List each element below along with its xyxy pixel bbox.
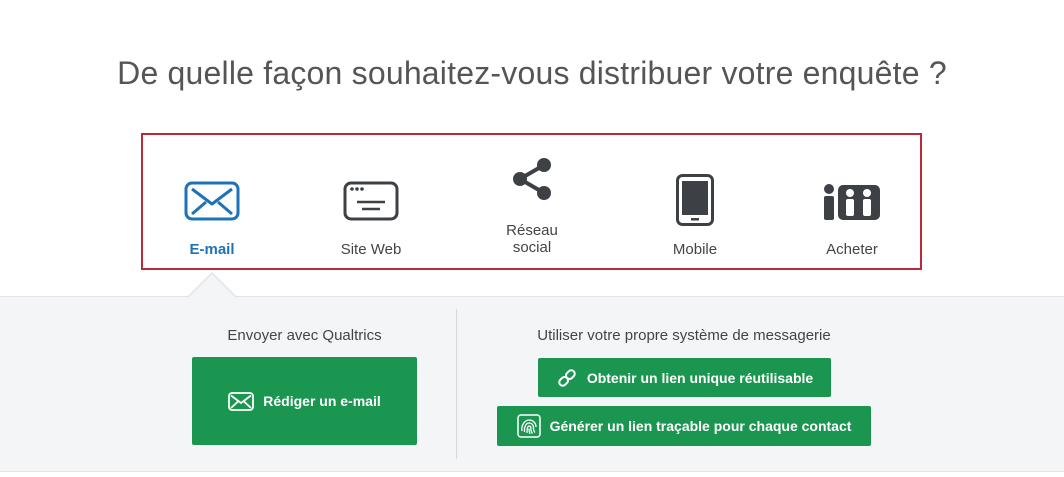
own-system-section-title: Utiliser votre propre système de message… <box>537 327 831 344</box>
people-group-icon <box>797 183 907 221</box>
fingerprint-icon <box>516 414 541 438</box>
share-icon <box>477 157 587 201</box>
option-social-network-label-line2: social <box>512 239 552 256</box>
option-social-network-label-line1: Réseau <box>506 222 558 239</box>
section-divider <box>456 309 457 459</box>
distribution-page: De quelle façon souhaitez-vous distribue… <box>0 0 1064 477</box>
option-social-network[interactable]: Réseau social <box>477 135 587 268</box>
browser-window-icon <box>316 181 426 221</box>
distribution-options-highlight: E-mail Site Web Réseau social Mobile Ach… <box>141 133 922 270</box>
compose-email-button-label: Rédiger un e-mail <box>263 393 381 409</box>
option-mobile[interactable]: Mobile <box>640 135 750 268</box>
option-buy-panel-label: Acheter <box>826 241 878 258</box>
envelope-icon <box>228 391 255 411</box>
tracking-link-button[interactable]: Générer un lien traçable pour chaque con… <box>497 406 871 446</box>
link-icon <box>556 367 578 389</box>
anonymous-link-button[interactable]: Obtenir un lien unique réutilisable <box>538 358 831 397</box>
option-email-label: E-mail <box>189 241 235 258</box>
active-tab-caret-fill <box>189 274 235 297</box>
qualtrics-section-title: Envoyer avec Qualtrics <box>227 327 382 344</box>
option-website-label: Site Web <box>340 241 402 258</box>
option-email[interactable]: E-mail <box>157 135 267 268</box>
option-website[interactable]: Site Web <box>316 135 426 268</box>
page-title: De quelle façon souhaitez-vous distribue… <box>117 55 947 91</box>
option-mobile-label: Mobile <box>672 241 718 258</box>
envelope-icon <box>157 181 267 221</box>
mobile-phone-icon <box>640 174 750 226</box>
tracking-link-button-label: Générer un lien traçable pour chaque con… <box>549 418 852 434</box>
compose-email-button[interactable]: Rédiger un e-mail <box>192 357 417 445</box>
option-social-network-label: Réseau social <box>477 222 587 256</box>
option-buy-panel[interactable]: Acheter <box>797 135 907 268</box>
anonymous-link-button-label: Obtenir un lien unique réutilisable <box>586 369 814 386</box>
